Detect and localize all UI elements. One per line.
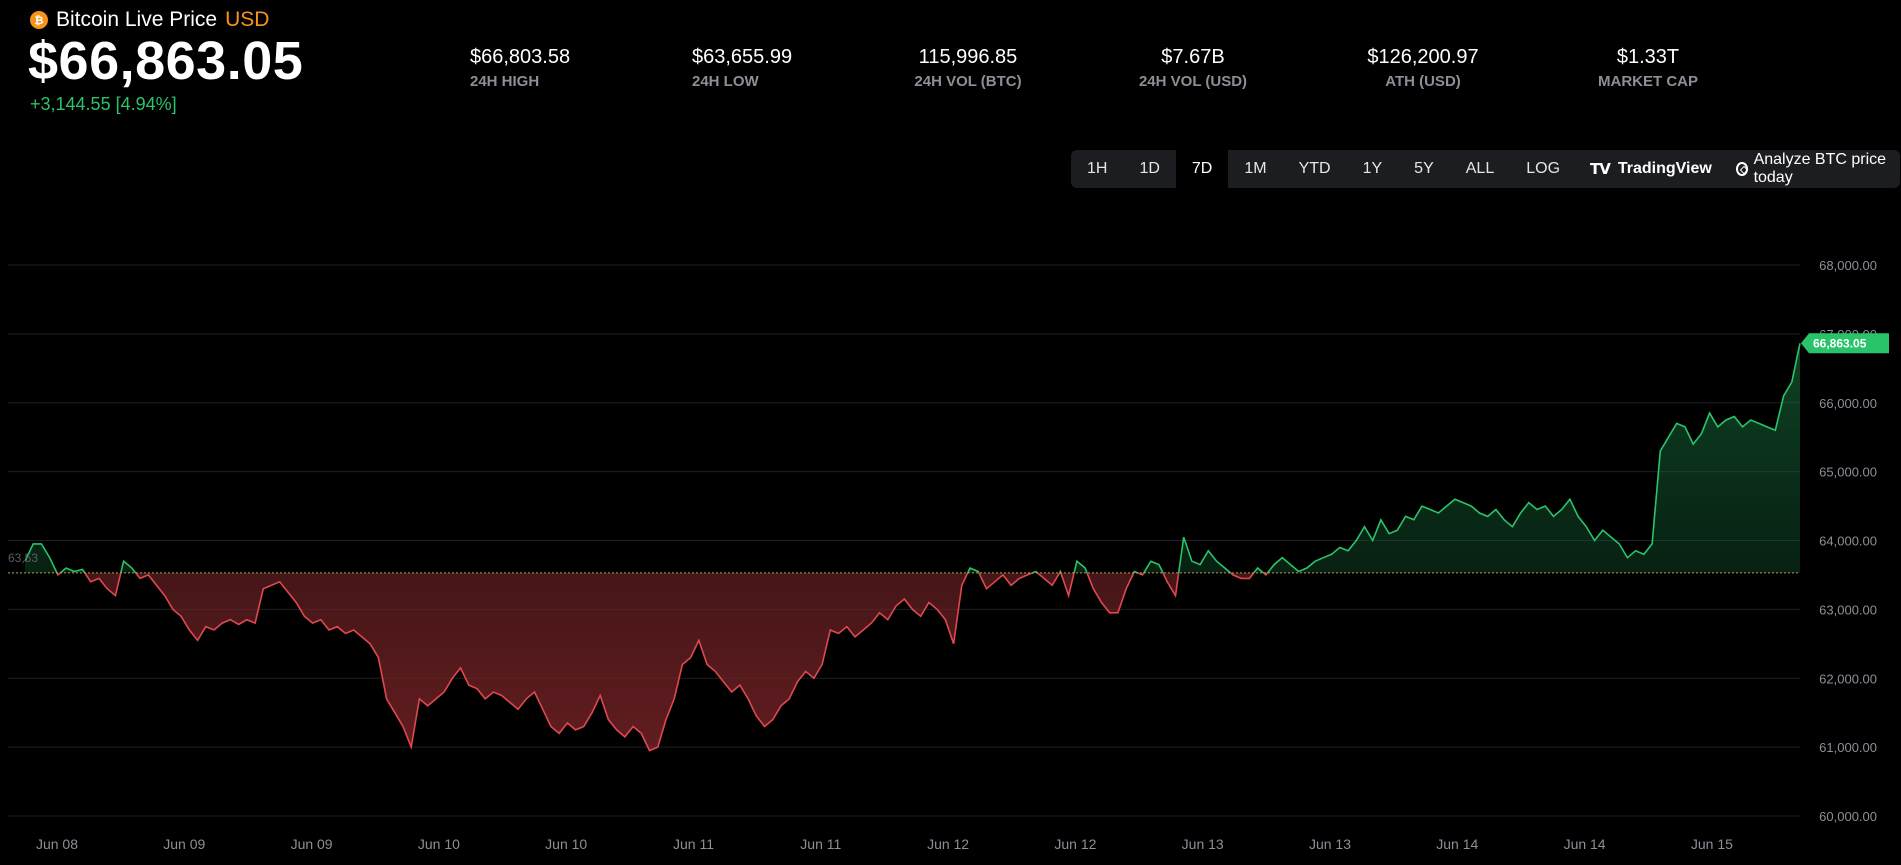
price-chart[interactable]: 60,000.00 61,000.00 62,000.00 63,000.00 64,0…: [0, 0, 1901, 865]
x-tick-label: Jun 11: [800, 836, 841, 852]
y-tick-label: 63,000.00: [1819, 602, 1877, 617]
x-tick-label: Jun 11: [673, 836, 714, 852]
baseline-label: 63,53: [8, 551, 38, 565]
x-tick-label: Jun 15: [1691, 836, 1733, 852]
x-tick-label: Jun 13: [1309, 836, 1351, 852]
y-tick-label: 66,000.00: [1819, 396, 1877, 411]
y-tick-label: 61,000.00: [1819, 740, 1877, 755]
x-tick-label: Jun 10: [418, 836, 460, 852]
x-tick-label: Jun 09: [163, 836, 205, 852]
x-tick-label: Jun 14: [1436, 836, 1478, 852]
x-tick-label: Jun 08: [36, 836, 78, 852]
y-tick-label: 64,000.00: [1819, 534, 1877, 549]
x-tick-label: Jun 09: [291, 836, 333, 852]
area-above-baseline: [25, 343, 1800, 573]
last-price-tag: 66,863.05: [1801, 333, 1889, 354]
x-tick-label: Jun 12: [1054, 836, 1096, 852]
y-tick-label: 65,000.00: [1819, 465, 1877, 480]
x-tick-label: Jun 12: [927, 836, 969, 852]
y-tick-label: 62,000.00: [1819, 671, 1877, 686]
x-tick-label: Jun 14: [1564, 836, 1606, 852]
x-axis: Jun 08 Jun 09 Jun 09 Jun 10 Jun 10 Jun 11 Jun …: [36, 836, 1733, 852]
y-tick-label: 68,000.00: [1819, 258, 1877, 273]
x-tick-label: Jun 10: [545, 836, 587, 852]
x-tick-label: Jun 13: [1182, 836, 1224, 852]
y-tick-label: 60,000.00: [1819, 809, 1877, 824]
last-price-label: 66,863.05: [1813, 336, 1867, 350]
